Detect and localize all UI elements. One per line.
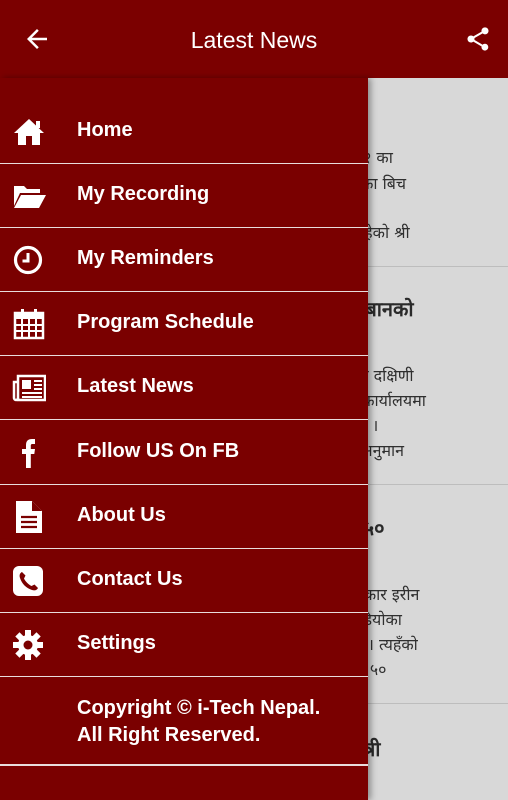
share-icon[interactable]: [464, 24, 492, 54]
navigation-drawer: Home My Recording My Reminders Program S…: [0, 78, 368, 800]
app-bar: Latest News: [0, 0, 508, 78]
menu-item-about-us[interactable]: About Us: [0, 485, 368, 549]
menu-item-settings[interactable]: Settings: [0, 613, 368, 677]
news-divider: [368, 484, 508, 485]
menu-item-label: Program Schedule: [77, 311, 254, 333]
menu-item-label: Follow US On FB: [77, 440, 240, 462]
menu-item-contact-us[interactable]: Contact Us: [0, 549, 368, 613]
menu-item-label: My Recording: [77, 183, 210, 205]
menu-item-label: About Us: [77, 504, 166, 526]
news-divider: [368, 266, 508, 267]
folder-open-icon: [14, 186, 46, 208]
copyright-line: All Right Reserved.: [77, 724, 261, 746]
calendar-icon: [13, 309, 45, 340]
facebook-icon: [22, 439, 35, 468]
menu-item-my-recording[interactable]: My Recording: [0, 164, 368, 228]
gear-icon: [13, 630, 43, 660]
menu-item-label: Contact Us: [77, 568, 183, 590]
menu-item-program-schedule[interactable]: Program Schedule: [0, 292, 368, 356]
menu-item-latest-news[interactable]: Latest News: [0, 356, 368, 420]
menu-item-home[interactable]: Home: [0, 100, 368, 164]
page-title: Latest News: [190, 27, 318, 53]
document-icon: [16, 501, 42, 533]
menu-item-my-reminders[interactable]: My Reminders: [0, 228, 368, 292]
menu-item-label: Settings: [77, 632, 156, 654]
copyright-text: Copyright © i-Tech Nepal. All Right Rese…: [77, 695, 320, 749]
phone-icon: [13, 566, 43, 596]
copyright-line: Copyright © i-Tech Nepal.: [77, 697, 321, 719]
menu-item-follow-us-on-fb[interactable]: Follow US On FB: [0, 421, 368, 485]
menu-item-label: Home: [77, 119, 133, 141]
news-divider: [368, 703, 508, 704]
menu-item-label: Latest News: [77, 375, 194, 397]
newspaper-icon: [12, 374, 46, 402]
clock-icon: [13, 245, 43, 275]
home-icon: [14, 119, 44, 145]
menu-item-label: My Reminders: [77, 247, 214, 269]
divider: [0, 764, 368, 766]
